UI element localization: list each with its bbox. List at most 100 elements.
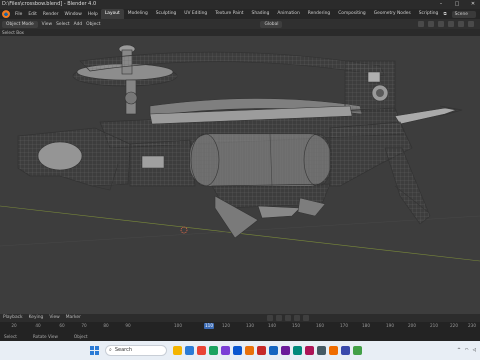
close-button[interactable]: ✕ [468, 0, 478, 9]
frame-tick: 100 [174, 323, 182, 328]
rendered-shading-icon[interactable] [468, 21, 474, 27]
taskbar-app-icon[interactable] [341, 346, 350, 355]
taskbar-app-icon[interactable] [173, 346, 182, 355]
search-placeholder: Search [114, 347, 132, 353]
timeline-editor: Playback Keying View Marker 20 40 60 70 … [0, 314, 480, 332]
frame-tick: 40 [35, 323, 41, 328]
taskbar-app-icon[interactable] [185, 346, 194, 355]
active-tool-label[interactable]: Select Box [2, 30, 24, 35]
riser-block [344, 60, 396, 112]
title-bar: D:\Files\crossbow.blend] - Blender 4.0 –… [0, 0, 480, 9]
viewport-shading-tools [418, 21, 480, 27]
frame-tick: 20 [11, 323, 17, 328]
tool-settings-bar: Select Box [0, 29, 480, 36]
tab-layout[interactable]: Layout [100, 9, 124, 19]
tab-uv-editing[interactable]: UV Editing [180, 9, 211, 19]
taskbar-app-icon[interactable] [353, 346, 362, 355]
viewport-header: Object Mode View Select Add Object Globa… [0, 19, 480, 29]
step-back-icon[interactable] [275, 315, 282, 321]
material-shading-icon[interactable] [458, 21, 464, 27]
tab-scripting[interactable]: Scripting [415, 9, 443, 19]
frame-tick: 160 [316, 323, 324, 328]
3d-cursor-icon [180, 226, 188, 234]
3d-viewport[interactable] [0, 36, 480, 314]
solid-shading-icon[interactable] [448, 21, 454, 27]
status-rotate-view: Rotate View [32, 334, 58, 339]
frame-tick: 230 [468, 323, 476, 328]
taskbar-app-icon[interactable] [221, 346, 230, 355]
scene-name-field[interactable]: Scene [451, 10, 476, 18]
taskbar-app-icon[interactable] [245, 346, 254, 355]
volume-icon[interactable]: ◁ [473, 348, 476, 353]
windows-taskbar: ⌕ Search ^ ◠ ◁ [0, 341, 480, 360]
minimize-button[interactable]: – [436, 0, 446, 9]
status-bar: Select Rotate View Object [0, 332, 480, 341]
menu-object[interactable]: Object [86, 22, 100, 27]
bipod-leg-right [257, 205, 301, 219]
tab-compositing[interactable]: Compositing [334, 9, 370, 19]
frame-tick: 220 [450, 323, 458, 328]
menu-window[interactable]: Window [62, 12, 85, 17]
tab-modeling[interactable]: Modeling [124, 9, 152, 19]
tab-geometry-nodes[interactable]: Geometry Nodes [370, 9, 415, 19]
scene-icon[interactable]: ⧉ [443, 11, 446, 17]
taskbar-app-icon[interactable] [257, 346, 266, 355]
wifi-icon[interactable]: ◠ [465, 348, 469, 353]
taskbar-app-icon[interactable] [233, 346, 242, 355]
taskbar-app-icon[interactable] [209, 346, 218, 355]
taskbar-app-icon[interactable] [305, 346, 314, 355]
taskbar-app-icon[interactable] [269, 346, 278, 355]
taskbar-app-icon[interactable] [197, 346, 206, 355]
frame-ruler[interactable]: 20 40 60 70 80 90 100 110 120 130 140 15… [0, 322, 480, 332]
timeline-menu-marker[interactable]: Marker [66, 314, 81, 322]
taskbar-app-icon[interactable] [317, 346, 326, 355]
tab-texture-paint[interactable]: Texture Paint [211, 9, 247, 19]
overlay-icon[interactable] [418, 21, 424, 27]
tab-sculpting[interactable]: Sculpting [152, 9, 181, 19]
windows-start-icon[interactable] [90, 346, 99, 355]
tab-rendering[interactable]: Rendering [304, 9, 334, 19]
frame-tick: 90 [125, 323, 131, 328]
step-forward-icon[interactable] [293, 315, 300, 321]
frame-tick: 80 [103, 323, 109, 328]
xray-icon[interactable] [428, 21, 434, 27]
tab-shading[interactable]: Shading [248, 9, 274, 19]
mode-dropdown[interactable]: Object Mode [2, 20, 38, 28]
taskbar-app-icon[interactable] [281, 346, 290, 355]
transform-orientation-dropdown[interactable]: Global [260, 20, 283, 28]
timeline-menu-keying[interactable]: Keying [29, 314, 44, 322]
timeline-menu-view[interactable]: View [49, 314, 59, 322]
menu-view[interactable]: View [42, 22, 52, 27]
tab-animation[interactable]: Animation [273, 9, 303, 19]
taskbar-apps [173, 346, 362, 355]
chevron-up-icon[interactable]: ^ [457, 348, 461, 353]
menu-file[interactable]: File [12, 12, 25, 17]
frame-tick: 170 [340, 323, 348, 328]
frame-tick: 210 [430, 323, 438, 328]
frame-tick: 150 [292, 323, 300, 328]
frame-tick: 130 [246, 323, 254, 328]
window-controls: – □ ✕ [436, 0, 478, 9]
status-select: Select [4, 334, 17, 339]
menu-select[interactable]: Select [56, 22, 70, 27]
blender-logo-icon[interactable] [2, 10, 10, 18]
frame-tick: 200 [408, 323, 416, 328]
menu-render[interactable]: Render [40, 12, 62, 17]
menu-add[interactable]: Add [74, 22, 83, 27]
current-frame-indicator[interactable]: 110 [204, 323, 214, 329]
play-icon[interactable] [284, 315, 291, 321]
maximize-button[interactable]: □ [452, 0, 462, 9]
status-object: Object [73, 334, 88, 339]
taskbar-search-box[interactable]: ⌕ Search [105, 345, 167, 356]
taskbar-app-icon[interactable] [293, 346, 302, 355]
timeline-header: Playback Keying View Marker [0, 314, 480, 322]
crossbow-model-wireframe [0, 44, 480, 262]
taskbar-app-icon[interactable] [329, 346, 338, 355]
top-menu-bar: File Edit Render Window Help Layout Mode… [0, 9, 480, 19]
jump-start-icon[interactable] [266, 315, 273, 321]
menu-help[interactable]: Help [85, 12, 101, 17]
jump-end-icon[interactable] [302, 315, 309, 321]
timeline-menu-playback[interactable]: Playback [3, 314, 23, 322]
menu-edit[interactable]: Edit [25, 12, 40, 17]
wireframe-shading-icon[interactable] [438, 21, 444, 27]
